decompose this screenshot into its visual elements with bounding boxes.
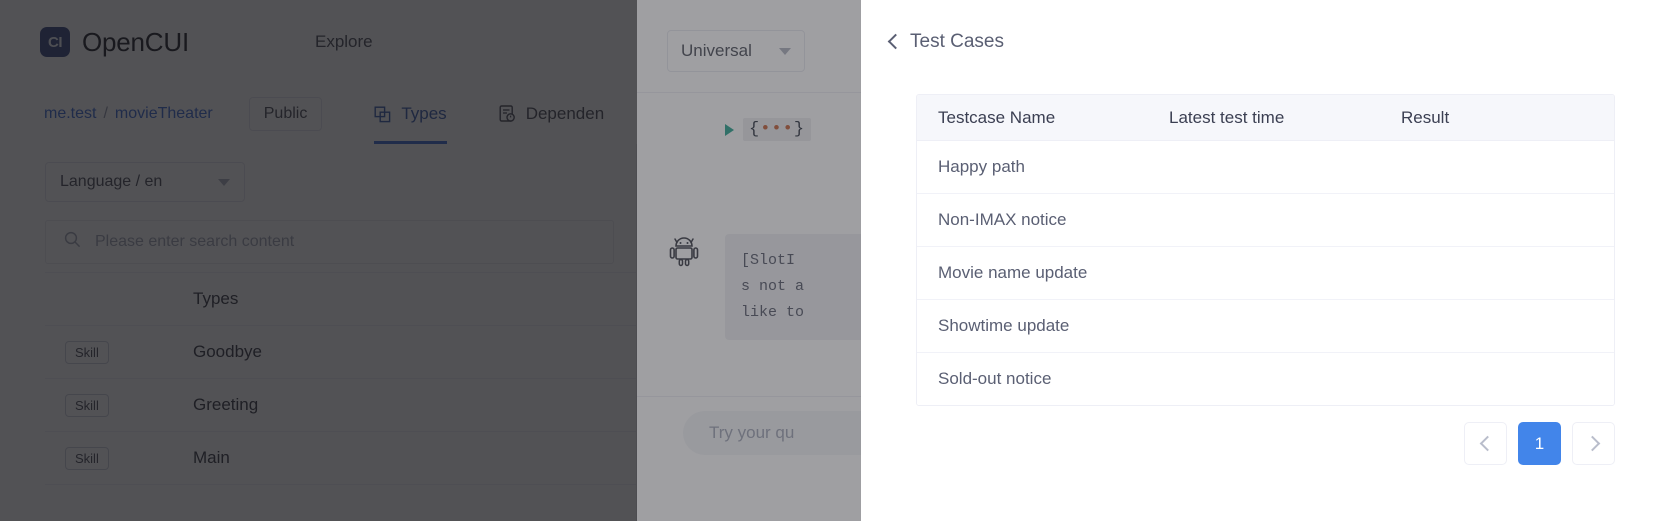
col-header-testcase-name: Testcase Name [938, 107, 1056, 127]
tab-dependencies[interactable]: Dependen [499, 84, 604, 144]
chat-toolbar: Universal [637, 0, 861, 93]
table-row[interactable]: Skill Main [45, 432, 636, 485]
brand-name: OpenCUI [82, 26, 189, 57]
channel-select[interactable]: Universal [667, 30, 805, 72]
brand-logo[interactable]: CI OpenCUI [40, 27, 189, 58]
status-badge: Skill [65, 340, 109, 364]
layers-icon [374, 106, 391, 123]
breadcrumb-project[interactable]: movieTheater [115, 105, 213, 123]
chevron-left-icon [1479, 435, 1495, 452]
expand-triangle-icon[interactable] [725, 123, 734, 136]
search-input[interactable]: Please enter search content [45, 220, 614, 264]
app-root: CI OpenCUI Explore me.test / movieTheate… [0, 0, 1680, 521]
search-placeholder-text: Please enter search content [95, 233, 295, 250]
table-row[interactable]: Skill Greeting [45, 379, 636, 432]
types-table-header: Types [45, 272, 636, 326]
types-table: Types Skill Goodbye Skill Greeting Skill… [45, 272, 636, 521]
breadcrumb-org[interactable]: me.test [44, 105, 96, 123]
page-title: Test Cases [910, 31, 1004, 52]
pagination-next-button[interactable] [1572, 422, 1615, 465]
chevron-down-icon [218, 178, 230, 186]
language-select-value: Language / en [60, 173, 163, 190]
nav-item-explore[interactable]: Explore [315, 32, 373, 52]
chat-input-placeholder: Try your qu [709, 423, 795, 442]
document-clock-icon [499, 105, 516, 123]
chevron-left-icon [887, 33, 904, 50]
chat-input-area: Try your qu [637, 396, 1161, 521]
pagination: 1 [1464, 422, 1615, 465]
tab-types[interactable]: Types [374, 84, 448, 144]
cell-testcase-name: Happy path [938, 157, 1025, 176]
table-row[interactable]: Non-IMAX notice [917, 194, 1614, 247]
tab-dependencies-label: Dependen [525, 104, 605, 123]
status-badge: Skill [65, 393, 109, 417]
cell-testcase-name: Non-IMAX notice [938, 210, 1067, 229]
pagination-prev-button[interactable] [1464, 422, 1507, 465]
test-cases-table-header: Testcase Name Latest test time Result [917, 95, 1614, 141]
cell-testcase-name: Showtime update [938, 316, 1070, 335]
status-badge: Skill [65, 446, 109, 470]
tab-types-label: Types [401, 104, 447, 123]
types-row-name-cell: Greeting [193, 395, 259, 414]
col-header-latest-test-time: Latest test time [1169, 107, 1285, 127]
breadcrumb-separator: / [103, 105, 108, 122]
table-row[interactable]: Happy path [917, 141, 1614, 194]
test-cases-table: Testcase Name Latest test time Result Ha… [916, 94, 1615, 406]
chevron-down-icon [779, 47, 791, 55]
search-icon [64, 231, 81, 253]
android-robot-icon [667, 234, 701, 268]
cell-testcase-name: Movie name update [938, 263, 1088, 282]
pagination-page-1-button[interactable]: 1 [1518, 422, 1561, 465]
col-header-result: Result [1401, 107, 1450, 127]
code-fold-placeholder: {•••} [743, 118, 812, 141]
types-row-badge-cell: Skill [45, 393, 193, 417]
types-row-name-cell: Main [193, 448, 230, 467]
chevron-right-icon [1584, 435, 1600, 452]
types-row-badge-cell: Skill [45, 446, 193, 470]
cell-testcase-name: Sold-out notice [938, 369, 1052, 388]
back-to-test-cases-button[interactable]: Test Cases [887, 31, 1004, 53]
code-fold-line[interactable]: {•••} [725, 118, 812, 141]
language-select[interactable]: Language / en [45, 162, 245, 202]
types-col-name-header: Types [193, 289, 239, 308]
types-row-badge-cell: Skill [45, 340, 193, 364]
channel-select-value: Universal [681, 41, 752, 60]
visibility-badge: Public [248, 97, 323, 131]
types-left-pane: Language / en Please enter search conten… [0, 144, 637, 521]
table-row[interactable]: Skill Goodbye [45, 326, 636, 379]
opencui-logo-icon: CI [40, 27, 70, 57]
test-cases-drawer: Test Cases Testcase Name Latest test tim… [861, 0, 1680, 521]
chat-preview-pane: Universal {•••} [SlotI s not a like to T… [637, 0, 1161, 521]
table-row[interactable]: Showtime update [917, 300, 1614, 353]
breadcrumb: me.test / movieTheater [44, 105, 213, 123]
table-row[interactable]: Movie name update [917, 247, 1614, 300]
types-row-name-cell: Goodbye [193, 342, 262, 361]
table-row[interactable]: Sold-out notice [917, 353, 1614, 405]
